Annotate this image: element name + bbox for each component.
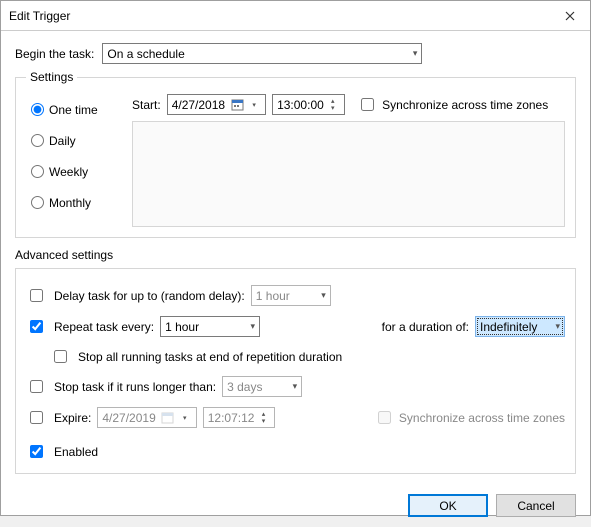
stop-repetition-label: Stop all running tasks at end of repetit… [78,350,342,364]
duration-label: for a duration of: [382,320,469,334]
delay-row: Delay task for up to (random delay): 1 h… [26,285,565,306]
enabled-row: Enabled [26,442,565,461]
expire-date-picker: 4/27/2019 ▾ [97,407,196,428]
title-bar: Edit Trigger [1,1,590,31]
calendar-icon [160,410,176,426]
radio-one-time-label: One time [49,103,98,117]
stop-longer-checkbox[interactable] [30,380,43,393]
sync-tz-input[interactable] [361,98,374,111]
stop-longer-select: 3 days ▾ [222,376,302,397]
start-row: Start: 4/27/2018 ▾ 13:00:00 ▴▾ [132,94,565,115]
start-label: Start: [132,98,161,112]
chevron-down-icon: ▾ [321,290,326,301]
repeat-duration-value: Indefinitely [480,320,537,334]
repeat-interval-value: 1 hour [165,320,199,334]
expire-time-value: 12:07:12 [208,411,255,425]
cancel-button[interactable]: Cancel [496,494,576,517]
frequency-radios: One time Daily Weekly Monthly [26,94,126,224]
stop-longer-label: Stop task if it runs longer than: [54,380,216,394]
schedule-detail-panel [132,121,565,227]
chevron-down-icon: ▾ [251,321,256,332]
window-title: Edit Trigger [9,9,550,23]
stop-repetition-row: Stop all running tasks at end of repetit… [50,347,565,366]
start-time-picker[interactable]: 13:00:00 ▴▾ [272,94,345,115]
start-date-value: 4/27/2018 [172,98,225,112]
spinner-icon: ▴▾ [326,98,340,112]
delay-select: 1 hour ▾ [251,285,331,306]
advanced-group: Delay task for up to (random delay): 1 h… [15,268,576,474]
stop-longer-row: Stop task if it runs longer than: 3 days… [26,376,565,397]
button-bar: OK Cancel [1,484,590,527]
delay-value: 1 hour [256,289,290,303]
radio-weekly-input[interactable] [31,165,44,178]
repeat-checkbox[interactable] [30,320,43,333]
repeat-interval-select[interactable]: 1 hour ▾ [160,316,260,337]
begin-task-value: On a schedule [107,47,184,61]
expire-sync-tz: Synchronize across time zones [374,408,565,427]
radio-daily[interactable]: Daily [26,131,126,148]
stop-longer-value: 3 days [227,380,262,394]
advanced-heading: Advanced settings [15,248,576,262]
expire-sync-tz-label: Synchronize across time zones [399,411,565,425]
close-button[interactable] [550,1,590,31]
radio-weekly-label: Weekly [49,165,88,179]
sync-tz-label: Synchronize across time zones [382,98,548,112]
chevron-down-icon: ▾ [293,381,298,392]
ok-button[interactable]: OK [408,494,488,517]
spinner-icon: ▴▾ [256,411,270,425]
radio-daily-label: Daily [49,134,76,148]
radio-daily-input[interactable] [31,134,44,147]
repeat-duration-select[interactable]: Indefinitely ▾ [475,316,565,337]
radio-monthly[interactable]: Monthly [26,193,126,210]
stop-repetition-checkbox[interactable] [54,350,67,363]
radio-monthly-label: Monthly [49,196,91,210]
begin-task-row: Begin the task: On a schedule ▾ [15,43,576,64]
expire-label: Expire: [54,411,91,425]
radio-one-time[interactable]: One time [26,100,126,117]
chevron-down-icon: ▾ [555,321,560,332]
edit-trigger-window: Edit Trigger Begin the task: On a schedu… [0,0,591,516]
calendar-icon [229,97,245,113]
delay-label: Delay task for up to (random delay): [54,289,245,303]
repeat-row: Repeat task every: 1 hour ▾ for a durati… [26,316,565,337]
dialog-content: Begin the task: On a schedule ▾ Settings… [1,31,590,484]
expire-checkbox[interactable] [30,411,43,424]
begin-task-label: Begin the task: [15,47,94,61]
repeat-label: Repeat task every: [54,320,154,334]
enabled-checkbox[interactable] [30,445,43,458]
sync-tz-checkbox[interactable]: Synchronize across time zones [357,95,548,114]
begin-task-select[interactable]: On a schedule ▾ [102,43,422,64]
start-time-value: 13:00:00 [277,98,324,112]
expire-sync-tz-input [378,411,391,424]
chevron-down-icon: ▾ [178,414,192,422]
radio-monthly-input[interactable] [31,196,44,209]
close-icon [565,11,575,21]
radio-one-time-input[interactable] [31,103,44,116]
radio-weekly[interactable]: Weekly [26,162,126,179]
settings-group: Settings One time Daily Weekly Monthly S… [15,70,576,238]
chevron-down-icon: ▾ [247,101,261,109]
expire-date-value: 4/27/2019 [102,411,155,425]
settings-legend: Settings [26,70,77,84]
delay-checkbox[interactable] [30,289,43,302]
expire-row: Expire: 4/27/2019 ▾ 12:07:12 ▴▾ Synchron… [26,407,565,428]
schedule-details: Start: 4/27/2018 ▾ 13:00:00 ▴▾ [132,94,565,227]
start-date-picker[interactable]: 4/27/2018 ▾ [167,94,266,115]
expire-time-picker: 12:07:12 ▴▾ [203,407,276,428]
enabled-label: Enabled [54,445,98,459]
chevron-down-icon: ▾ [413,48,418,59]
